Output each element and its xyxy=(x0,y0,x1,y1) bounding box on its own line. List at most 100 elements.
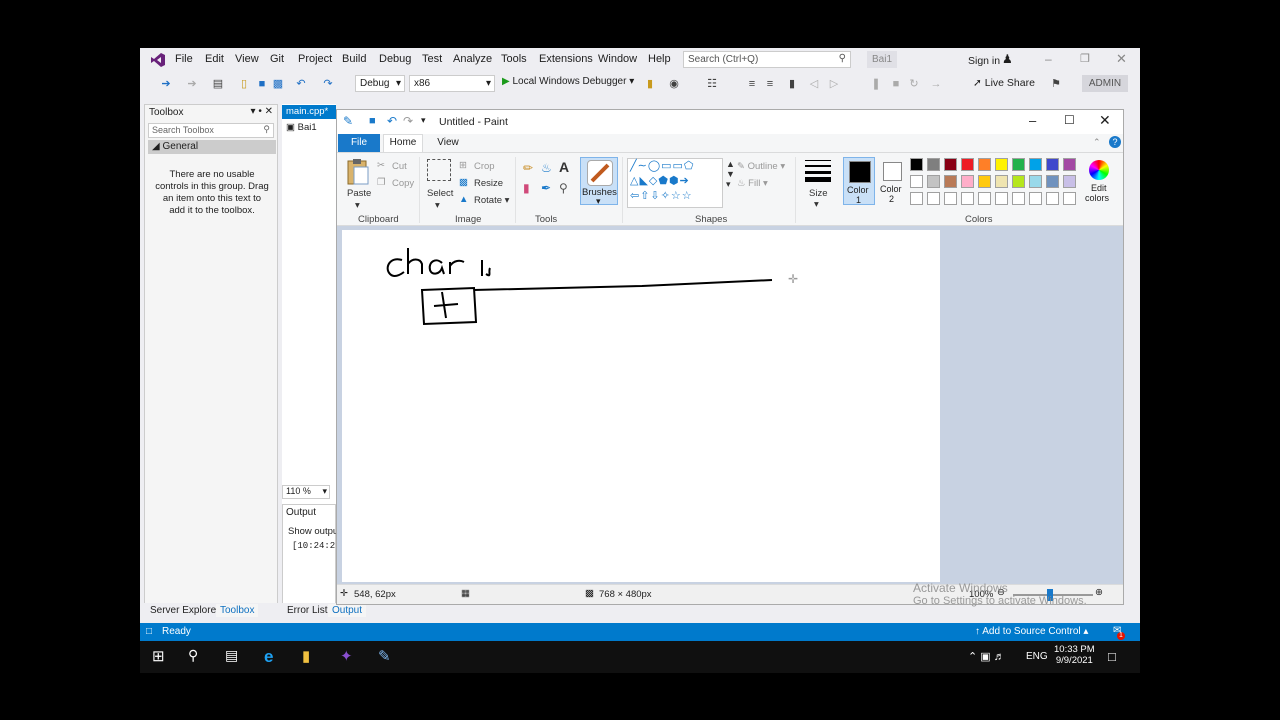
color-swatch[interactable] xyxy=(1046,158,1059,171)
color-swatch[interactable] xyxy=(944,158,957,171)
outdent-icon[interactable]: ≡ xyxy=(764,78,776,90)
color-swatch[interactable] xyxy=(1012,175,1025,188)
paint-maximize-icon[interactable]: ☐ xyxy=(1064,113,1075,127)
tab-toolbox[interactable]: Toolbox xyxy=(216,604,259,617)
vs-search-input[interactable]: Search (Ctrl+Q) ⚲ xyxy=(683,51,851,68)
platform-select[interactable]: x86 ▾ xyxy=(409,75,495,92)
next-bookmark-icon[interactable]: ▷ xyxy=(828,78,840,90)
action-center-icon[interactable]: □ xyxy=(1108,649,1116,664)
menu-file[interactable]: File xyxy=(175,53,193,65)
color-swatch[interactable] xyxy=(995,192,1008,205)
fill-bucket-icon[interactable]: ♨ xyxy=(541,161,552,175)
paint-tab-home[interactable]: Home xyxy=(383,134,423,152)
eraser-icon[interactable]: ▮ xyxy=(523,181,530,195)
tab-error-list[interactable]: Error List xyxy=(283,604,332,617)
color-swatch[interactable] xyxy=(1029,192,1042,205)
admin-badge[interactable]: ADMIN xyxy=(1082,75,1128,92)
paint-tab-file[interactable]: File xyxy=(338,134,380,152)
menu-project[interactable]: Project xyxy=(298,53,332,65)
toolbox-controls[interactable]: ▾ • ✕ xyxy=(251,106,273,117)
visual-studio-taskbar-icon[interactable]: ✦ xyxy=(340,647,360,667)
color-swatch[interactable] xyxy=(910,175,923,188)
save-all-icon[interactable]: ▩ xyxy=(272,78,284,90)
color-swatch[interactable] xyxy=(1063,175,1076,188)
color-swatch[interactable] xyxy=(1063,192,1076,205)
paint-tab-view[interactable]: View xyxy=(433,134,463,152)
color-swatch[interactable] xyxy=(995,175,1008,188)
menu-test[interactable]: Test xyxy=(422,53,442,65)
minimize-icon[interactable]: – xyxy=(1045,52,1052,66)
color-swatch[interactable] xyxy=(1029,175,1042,188)
color-swatch[interactable] xyxy=(1046,175,1059,188)
color-swatch[interactable] xyxy=(1029,158,1042,171)
start-debugging-button[interactable]: ▶ Local Windows Debugger ▾ xyxy=(502,76,634,92)
open-icon[interactable]: ▯ xyxy=(238,78,250,90)
color-swatch[interactable] xyxy=(1046,192,1059,205)
color-swatch[interactable] xyxy=(1012,192,1025,205)
step-icon[interactable]: → xyxy=(930,78,942,90)
size-button[interactable]: Size xyxy=(809,188,827,199)
search-icon[interactable]: ⚲ xyxy=(188,647,208,667)
fill-button[interactable]: ♨ Fill ▾ xyxy=(737,178,768,189)
color-swatch[interactable] xyxy=(944,175,957,188)
restore-icon[interactable]: ❐ xyxy=(1080,52,1090,65)
prev-bookmark-icon[interactable]: ◁ xyxy=(808,78,820,90)
folder-icon[interactable]: ▮ xyxy=(644,78,656,90)
size-dropdown-icon[interactable]: ▾ xyxy=(814,199,819,210)
select-dropdown-icon[interactable]: ▾ xyxy=(435,200,440,211)
paint-close-icon[interactable]: ✕ xyxy=(1099,112,1111,129)
feedback-icon[interactable]: ⚑ xyxy=(1050,78,1062,90)
editor-zoom-select[interactable]: 110 % ▾ xyxy=(282,485,330,499)
color-swatch[interactable] xyxy=(978,158,991,171)
select-button[interactable]: Select xyxy=(427,188,453,199)
menu-edit[interactable]: Edit xyxy=(205,53,224,65)
pencil-icon[interactable]: ✏ xyxy=(523,161,533,175)
tab-output[interactable]: Output xyxy=(328,604,367,617)
paint-taskbar-icon[interactable]: ✎ xyxy=(378,647,398,667)
rotate-button[interactable]: Rotate ▾ xyxy=(474,195,509,206)
back-icon[interactable]: ➔ xyxy=(160,78,172,90)
help-icon[interactable]: ? xyxy=(1109,136,1121,148)
color-picker-icon[interactable]: ✒ xyxy=(541,181,551,195)
camera-icon[interactable]: ◉ xyxy=(668,78,680,90)
menu-debug[interactable]: Debug xyxy=(379,53,411,65)
task-view-icon[interactable]: ▤ xyxy=(225,647,245,667)
color-swatch[interactable] xyxy=(961,158,974,171)
undo-icon[interactable]: ↶ xyxy=(295,78,307,90)
language-indicator[interactable]: ENG xyxy=(1026,651,1048,662)
start-icon[interactable]: ⊞ xyxy=(152,647,172,667)
live-share-button[interactable]: ➚ Live Share xyxy=(973,77,1035,89)
toolbox-search-input[interactable]: Search Toolbox ⚲ xyxy=(148,123,274,138)
close-icon[interactable]: ✕ xyxy=(1116,51,1127,67)
pause-icon[interactable]: ❚ xyxy=(870,78,882,90)
magnifier-icon[interactable]: ⚲ xyxy=(559,181,568,195)
quick-access-dropdown-icon[interactable]: ▾ xyxy=(421,115,426,126)
color-swatch[interactable] xyxy=(961,192,974,205)
resize-button[interactable]: Resize xyxy=(474,178,503,189)
menu-tools[interactable]: Tools xyxy=(501,53,527,65)
hierarchy-icon[interactable]: ☷ xyxy=(706,78,718,90)
menu-extensions[interactable]: Extensions xyxy=(539,53,593,65)
new-project-icon[interactable]: ▤ xyxy=(212,78,224,90)
menu-view[interactable]: View xyxy=(235,53,259,65)
crop-button[interactable]: Crop xyxy=(474,161,495,172)
shapes-gallery[interactable]: ╱∼◯▭▭⬠ △◣◇⬟⬢➔ ⇦⇧⇩✧☆☆ xyxy=(627,158,723,208)
color-swatch[interactable] xyxy=(927,158,940,171)
paste-dropdown-icon[interactable]: ▾ xyxy=(355,200,360,211)
edit-colors-button[interactable]: Edit colors xyxy=(1083,157,1117,205)
color-swatch[interactable] xyxy=(961,175,974,188)
cut-button[interactable]: Cut xyxy=(392,161,407,172)
paint-minimize-icon[interactable]: – xyxy=(1029,113,1036,128)
quick-redo-icon[interactable]: ↷ xyxy=(403,114,413,128)
configuration-select[interactable]: Debug ▾ xyxy=(355,75,405,92)
color-swatch[interactable] xyxy=(978,192,991,205)
paste-button[interactable]: Paste xyxy=(347,188,371,199)
system-tray-icons[interactable]: ⌃ ▣ ♬ xyxy=(968,650,1005,663)
bookmark-icon[interactable]: ▮ xyxy=(786,78,798,90)
color-swatch[interactable] xyxy=(910,158,923,171)
restart-icon[interactable]: ↻ xyxy=(908,78,920,90)
redo-icon[interactable]: ↷ xyxy=(322,78,334,90)
save-icon[interactable]: ■ xyxy=(256,78,268,90)
toolbox-group-general[interactable]: ◢ General xyxy=(148,140,276,154)
color-swatch[interactable] xyxy=(978,175,991,188)
